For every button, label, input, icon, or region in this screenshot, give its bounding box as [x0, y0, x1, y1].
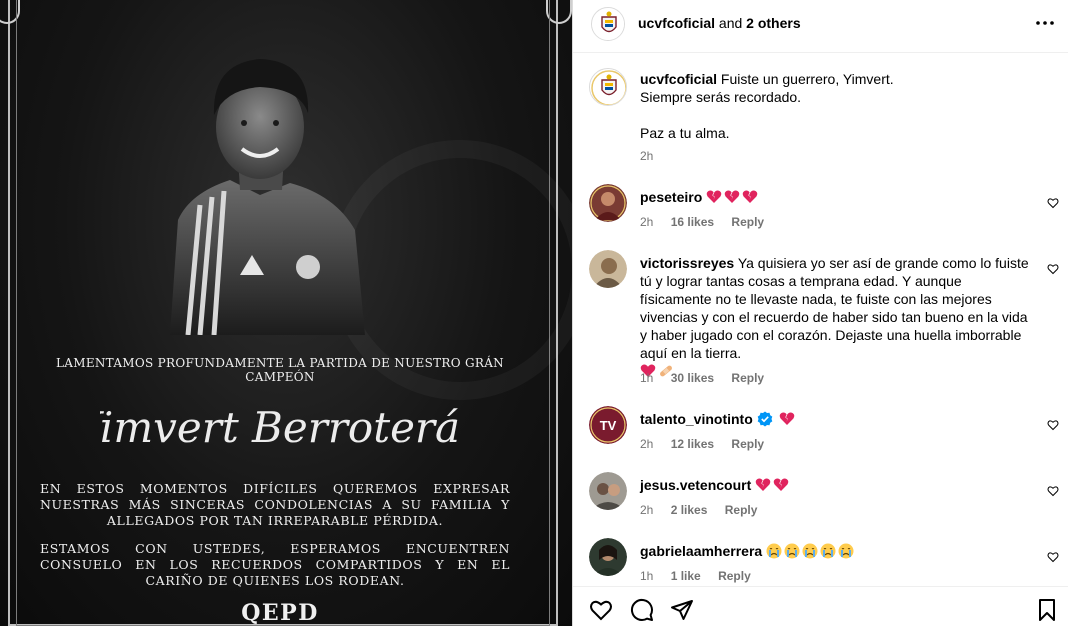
reply-button[interactable]: Reply: [731, 371, 764, 385]
comment-text: peseteiro: [640, 188, 1033, 206]
like-count[interactable]: 2 likes: [671, 503, 708, 517]
comment-text: gabrielaamherrera: [640, 542, 1033, 560]
reply-button[interactable]: Reply: [725, 503, 758, 517]
comment-icon[interactable]: [630, 598, 654, 622]
comment-meta: 2h 16 likes Reply: [640, 215, 778, 229]
broken-heart-icon: [706, 190, 722, 203]
broken-heart-icon: [773, 478, 789, 491]
post-header: ucvfcoficial and 2 others: [573, 0, 1068, 53]
like-heart-icon[interactable]: [1047, 551, 1059, 563]
crying-face-icon: [838, 543, 854, 559]
post-condolences: EN ESTOS MOMENTOS DIFÍCILES QUEREMOS EXP…: [40, 481, 510, 528]
broken-heart-icon: [755, 478, 771, 491]
caption-line1: Fuiste un guerrero, Yimvert.: [720, 71, 894, 87]
verified-badge-icon: [757, 411, 772, 427]
caption-username[interactable]: ucvfcoficial: [640, 71, 717, 87]
comment-text: jesus.vetencourt: [640, 476, 1033, 494]
like-heart-icon[interactable]: [1047, 197, 1059, 209]
heart-icon[interactable]: [589, 598, 613, 622]
comment-username[interactable]: talento_vinotinto: [640, 411, 753, 427]
post-qepd: QEPD: [241, 600, 319, 626]
player-photo: [170, 59, 365, 335]
avatar[interactable]: [589, 538, 627, 576]
crying-face-icon: [802, 543, 818, 559]
caption-text: ucvfcoficial Fuiste un guerrero, Yimvert…: [640, 70, 1033, 142]
crying-face-icon: [784, 543, 800, 559]
like-count[interactable]: 12 likes: [671, 437, 714, 451]
like-heart-icon[interactable]: [1047, 263, 1059, 275]
player-name: Yimvert Berroterán: [100, 403, 460, 452]
timestamp[interactable]: 1h: [640, 569, 653, 583]
like-count[interactable]: 1 like: [671, 569, 701, 583]
reply-button[interactable]: Reply: [731, 215, 764, 229]
comment-meta: 2h 12 likes Reply: [640, 437, 778, 451]
player-name-script: Yimvert Berroterán: [100, 403, 460, 452]
more-horizontal-icon[interactable]: [1035, 13, 1055, 39]
bookmark-icon[interactable]: [1035, 598, 1059, 622]
crying-face-icon: [820, 543, 836, 559]
like-heart-icon[interactable]: [1047, 419, 1059, 431]
comment-username[interactable]: peseteiro: [640, 189, 702, 205]
timestamp[interactable]: 2h: [640, 437, 653, 451]
comment-text: talento_vinotinto: [640, 410, 1033, 428]
comments-panel: ucvfcoficial and 2 others ucvfcoficial F…: [573, 0, 1068, 626]
header-and: and: [715, 15, 747, 31]
header-title: ucvfcoficial and 2 others: [638, 15, 801, 31]
crying-emoji-group: [766, 543, 856, 559]
club-crest-icon: [592, 8, 624, 40]
broken-heart-emoji-group: [706, 189, 760, 205]
avatar[interactable]: [591, 7, 625, 41]
comment-username[interactable]: gabrielaamherrera: [640, 543, 762, 559]
club-crest-icon: [590, 69, 626, 105]
avatar[interactable]: [589, 250, 627, 288]
header-others[interactable]: 2 others: [746, 15, 800, 31]
caption-line3: Paz a tu alma.: [640, 125, 730, 141]
action-bar: [573, 586, 1068, 626]
reply-button[interactable]: Reply: [731, 437, 764, 451]
avatar[interactable]: TV: [589, 406, 627, 444]
header-username[interactable]: ucvfcoficial: [638, 15, 715, 31]
comment-meta: 1h 30 likes Reply: [640, 371, 778, 385]
broken-heart-icon: [742, 190, 758, 203]
caption-line2: Siempre serás recordado.: [640, 89, 802, 105]
crying-face-icon: [766, 543, 782, 559]
post-heading: LAMENTAMOS PROFUNDAMENTE LA PARTIDA DE N…: [56, 356, 504, 384]
post-support: ESTAMOS CON USTEDES, ESPERAMOS ENCUENTRE…: [40, 541, 510, 588]
broken-heart-icon: [724, 190, 740, 203]
timestamp[interactable]: 1h: [640, 371, 653, 385]
like-heart-icon[interactable]: [1047, 485, 1059, 497]
broken-heart-icon: [779, 412, 794, 425]
like-count[interactable]: 30 likes: [671, 371, 714, 385]
comment-username[interactable]: jesus.vetencourt: [640, 477, 751, 493]
avatar[interactable]: [589, 68, 627, 106]
timestamp[interactable]: 2h: [640, 149, 653, 163]
reply-button[interactable]: Reply: [718, 569, 751, 583]
post-image: LAMENTAMOS PROFUNDAMENTE LA PARTIDA DE N…: [0, 0, 572, 626]
share-icon[interactable]: [670, 598, 694, 622]
avatar[interactable]: [589, 472, 627, 510]
timestamp[interactable]: 2h: [640, 215, 653, 229]
caption-meta: 2h: [640, 149, 667, 163]
avatar[interactable]: [589, 184, 627, 222]
comment-meta: 1h 1 like Reply: [640, 569, 765, 583]
comment-username[interactable]: victorissreyes: [640, 255, 734, 271]
svg-text:TV: TV: [600, 418, 617, 433]
like-count[interactable]: 16 likes: [671, 215, 714, 229]
comment-text: victorissreyes Ya quisiera yo ser así de…: [640, 254, 1033, 380]
timestamp[interactable]: 2h: [640, 503, 653, 517]
comment-meta: 2h 2 likes Reply: [640, 503, 771, 517]
